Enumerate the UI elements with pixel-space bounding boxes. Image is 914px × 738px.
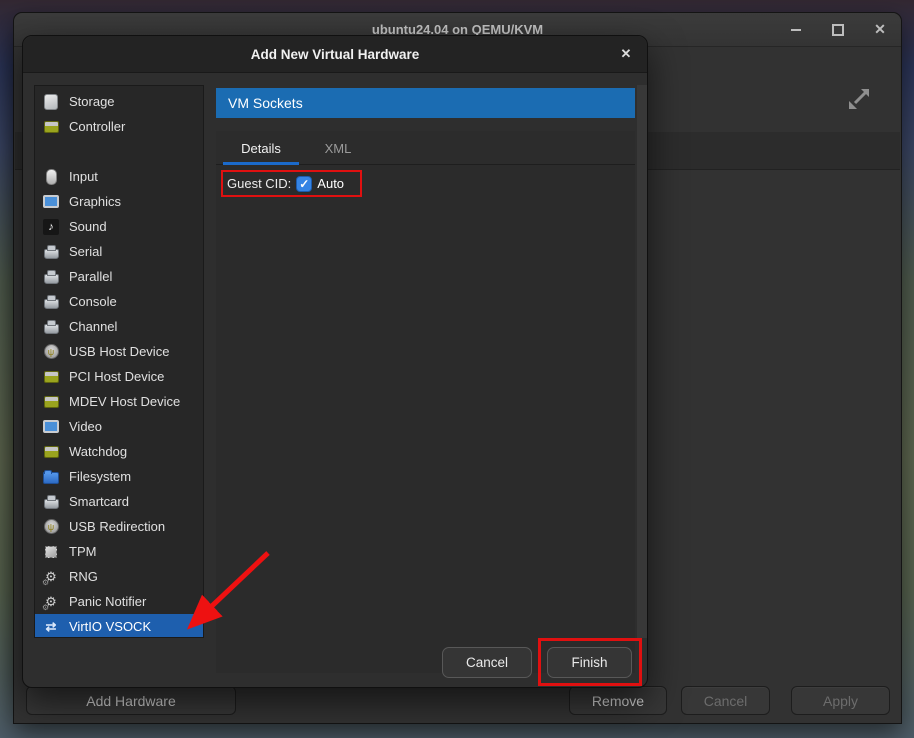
sidebar-item-pci-host-device[interactable]: PCI Host Device	[35, 364, 203, 389]
sidebar-item-parallel[interactable]: Parallel	[35, 264, 203, 289]
monitor-icon	[43, 194, 59, 210]
sidebar-item-serial[interactable]: Serial	[35, 239, 203, 264]
sidebar-item-channel[interactable]: Channel	[35, 314, 203, 339]
pci-card-icon	[43, 119, 59, 135]
mouse-icon	[43, 169, 59, 185]
sidebar-item-tpm[interactable]: TPM	[35, 539, 203, 564]
port-icon	[43, 494, 59, 510]
arrows-icon	[43, 619, 59, 635]
monitor-icon	[43, 419, 59, 435]
gears-icon	[43, 594, 59, 610]
dialog-close-icon[interactable]: ✕	[615, 43, 637, 65]
port-icon	[43, 294, 59, 310]
add-hardware-button[interactable]: Add Hardware	[26, 686, 236, 715]
sidebar-item-storage[interactable]: Storage	[35, 89, 203, 114]
dialog-titlebar[interactable]: Add New Virtual Hardware ✕	[23, 36, 647, 73]
tab-details[interactable]: Details	[223, 131, 299, 165]
guest-cid-annotation: Guest CID: ✓ Auto	[221, 170, 362, 197]
gears-icon	[43, 569, 59, 585]
minimize-icon[interactable]	[787, 21, 805, 39]
remove-button[interactable]: Remove	[569, 686, 667, 715]
sidebar-spacer	[35, 139, 203, 164]
hardware-type-list: Storage Controller Input Graphics Sound …	[34, 85, 204, 638]
fullscreen-expand-icon[interactable]	[843, 83, 875, 115]
dialog-cancel-button[interactable]: Cancel	[442, 647, 532, 678]
sidebar-item-graphics[interactable]: Graphics	[35, 189, 203, 214]
panel-body: Guest CID: ✓ Auto	[216, 165, 635, 673]
sidebar-item-rng[interactable]: RNG	[35, 564, 203, 589]
speaker-icon	[43, 219, 59, 235]
vm-cancel-button[interactable]: Cancel	[681, 686, 770, 715]
port-icon	[43, 319, 59, 335]
tab-xml[interactable]: XML	[312, 131, 364, 165]
maximize-icon[interactable]	[829, 21, 847, 39]
scrollbar-track[interactable]	[637, 85, 647, 638]
sidebar-item-input[interactable]: Input	[35, 164, 203, 189]
pci-card-icon	[43, 444, 59, 460]
sidebar-item-filesystem[interactable]: Filesystem	[35, 464, 203, 489]
dialog-title: Add New Virtual Hardware	[251, 47, 420, 62]
auto-checkbox[interactable]: ✓	[296, 176, 312, 192]
sidebar-item-panic-notifier[interactable]: Panic Notifier	[35, 589, 203, 614]
sidebar-item-mdev-host-device[interactable]: MDEV Host Device	[35, 389, 203, 414]
usb-icon	[43, 344, 59, 360]
guest-cid-label: Guest CID:	[227, 176, 291, 191]
vsock-panel: VM Sockets Details XML Guest CID: ✓ Auto	[216, 88, 635, 673]
sidebar-item-controller[interactable]: Controller	[35, 114, 203, 139]
folder-icon	[43, 469, 59, 485]
sidebar-item-smartcard[interactable]: Smartcard	[35, 489, 203, 514]
window-controls: ✕	[787, 13, 889, 46]
sidebar-item-console[interactable]: Console	[35, 289, 203, 314]
sidebar-item-virtio-vsock[interactable]: VirtIO VSOCK	[35, 614, 203, 638]
tab-bar: Details XML	[216, 131, 635, 165]
sidebar-item-watchdog[interactable]: Watchdog	[35, 439, 203, 464]
auto-label: Auto	[317, 176, 344, 191]
vm-apply-button[interactable]: Apply	[791, 686, 890, 715]
port-icon	[43, 269, 59, 285]
finish-annotation-rectangle	[538, 638, 642, 686]
sidebar-item-usb-host-device[interactable]: USB Host Device	[35, 339, 203, 364]
disk-icon	[43, 94, 59, 110]
sidebar-item-sound[interactable]: Sound	[35, 214, 203, 239]
sidebar-item-video[interactable]: Video	[35, 414, 203, 439]
close-icon[interactable]: ✕	[871, 21, 889, 39]
pci-card-icon	[43, 394, 59, 410]
add-hardware-dialog: Add New Virtual Hardware ✕ Storage Contr…	[22, 35, 648, 688]
chip-icon	[43, 544, 59, 560]
pci-card-icon	[43, 369, 59, 385]
port-icon	[43, 244, 59, 260]
usb-icon	[43, 519, 59, 535]
sidebar-item-usb-redirection[interactable]: USB Redirection	[35, 514, 203, 539]
panel-header: VM Sockets	[216, 88, 635, 118]
